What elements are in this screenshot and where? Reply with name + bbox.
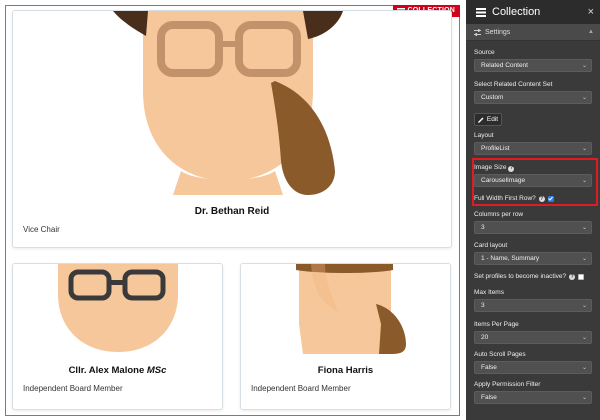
chevron-down-icon: ⌄ <box>581 365 587 371</box>
auto-scroll-select[interactable]: False ⌄ <box>474 361 592 374</box>
avatar-illustration <box>83 11 393 195</box>
columns-select[interactable]: 3 ⌄ <box>474 221 592 234</box>
pencil-icon <box>477 117 484 123</box>
profile-name: Dr. Bethan Reid <box>194 206 270 217</box>
layout-field: Layout ProfileList ⌄ <box>474 131 592 155</box>
profile-role: Independent Board Member <box>251 384 351 393</box>
chevron-down-icon: ⌄ <box>581 335 587 341</box>
chevron-down-icon: ⌄ <box>581 146 587 152</box>
columns-field: Columns per row 3 ⌄ <box>474 210 592 234</box>
layout-select[interactable]: ProfileList ⌄ <box>474 142 592 155</box>
profile-card[interactable]: Dr. Bethan Reid Vice Chair <box>12 10 452 248</box>
chevron-down-icon: ⌄ <box>581 225 587 231</box>
settings-panel: Collection × Settings ▲ Source Related C… <box>466 0 600 420</box>
edit-button[interactable]: Edit <box>474 113 502 126</box>
items-per-page-label: Items Per Page <box>474 321 519 328</box>
card-layout-field: Card layout 1 - Name, Summary ⌄ <box>474 241 592 265</box>
profile-role: Vice Chair <box>23 225 60 234</box>
chevron-down-icon: ⌄ <box>581 95 587 101</box>
permission-filter-label: Apply Permission Filter <box>474 381 541 388</box>
profile-role: Independent Board Member <box>23 384 123 393</box>
profile-photo <box>241 264 450 354</box>
profile-name: Cllr. Alex Malone MSc <box>68 365 167 376</box>
related-set-field: Select Related Content Set Custom ⌄ <box>474 80 592 104</box>
full-width-checkbox[interactable] <box>547 195 554 202</box>
source-select[interactable]: Related Content ⌄ <box>474 59 592 72</box>
auto-scroll-label: Auto Scroll Pages <box>474 351 526 358</box>
layout-label: Layout <box>474 132 494 139</box>
source-label: Source <box>474 49 495 56</box>
preview-canvas: COLLECTION Dr. Bethan Reid Vice Chair <box>0 0 463 420</box>
panel-header: Collection × <box>466 0 600 24</box>
items-per-page-field: Items Per Page 20 ⌄ <box>474 320 592 344</box>
inactive-row: Set profiles to become inactive? ? <box>474 273 585 280</box>
image-size-select[interactable]: CarouselImage ⌄ <box>474 174 592 187</box>
chevron-down-icon: ⌄ <box>581 303 587 309</box>
avatar-illustration <box>58 264 178 352</box>
image-size-label: Image Size ? <box>474 164 515 172</box>
inactive-label: Set profiles to become inactive? <box>474 273 567 280</box>
panel-title: Collection <box>492 6 541 18</box>
auto-scroll-field: Auto Scroll Pages False ⌄ <box>474 350 592 374</box>
inactive-checkbox[interactable] <box>578 273 585 280</box>
chevron-up-icon: ▲ <box>588 29 594 35</box>
sliders-icon <box>474 28 481 36</box>
permission-filter-field: Apply Permission Filter False ⌄ <box>474 380 592 404</box>
help-icon[interactable]: ? <box>538 195 545 202</box>
avatar-illustration <box>296 264 406 354</box>
card-layout-label: Card layout <box>474 242 508 249</box>
image-size-field: Image Size ? CarouselImage ⌄ <box>474 163 592 187</box>
profile-name: Fiona Harris <box>317 365 374 376</box>
settings-section-toggle[interactable]: Settings ▲ <box>466 24 600 41</box>
source-field: Source Related Content ⌄ <box>474 48 592 72</box>
card-layout-select[interactable]: 1 - Name, Summary ⌄ <box>474 252 592 265</box>
max-items-label: Max Items <box>474 289 504 296</box>
settings-label: Settings <box>485 28 511 36</box>
list-icon <box>476 7 486 17</box>
profile-card[interactable]: Cllr. Alex Malone MSc Independent Board … <box>12 263 223 410</box>
items-per-page-select[interactable]: 20 ⌄ <box>474 331 592 344</box>
chevron-down-icon: ⌄ <box>581 63 587 69</box>
chevron-down-icon: ⌄ <box>581 178 587 184</box>
columns-label: Columns per row <box>474 211 524 218</box>
help-icon[interactable]: ? <box>569 273 576 280</box>
full-width-label: Full Width First Row? <box>474 195 536 202</box>
checkmark-icon <box>548 196 554 201</box>
profile-card[interactable]: Fiona Harris Independent Board Member <box>240 263 451 410</box>
profile-photo <box>13 11 451 195</box>
max-items-select[interactable]: 3 ⌄ <box>474 299 592 312</box>
help-icon: ? <box>508 165 515 172</box>
related-set-label: Select Related Content Set <box>474 81 553 88</box>
max-items-field: Max Items 3 ⌄ <box>474 288 592 312</box>
full-width-row: Full Width First Row? ? <box>474 195 554 202</box>
chevron-down-icon: ⌄ <box>581 395 587 401</box>
permission-filter-select[interactable]: False ⌄ <box>474 391 592 404</box>
related-set-select[interactable]: Custom ⌄ <box>474 91 592 104</box>
chevron-down-icon: ⌄ <box>581 256 587 262</box>
profile-photo <box>13 264 222 354</box>
close-icon[interactable]: × <box>588 6 594 18</box>
